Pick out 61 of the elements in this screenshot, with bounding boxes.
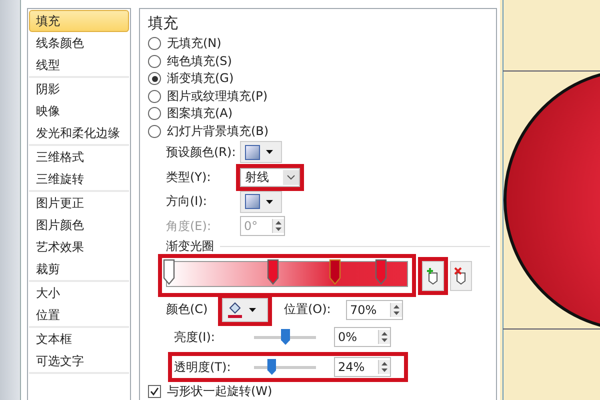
radio-label: 幻灯片背景填充(B) [167,123,269,140]
radio-label: 纯色填充(S) [167,52,232,70]
radio-button[interactable] [148,90,161,103]
sidebar-item[interactable]: 位置 [29,304,129,326]
slider-label: 亮度(I): [174,328,216,346]
direction-label: 方向(I): [166,193,208,210]
angle-label: 角度(E): [166,218,212,235]
sidebar-item[interactable]: 线型 [29,54,129,76]
gradient-stop[interactable] [374,259,387,286]
sidebar-item[interactable]: 三维格式 [29,146,129,168]
slider-thumb[interactable] [281,328,290,345]
position-label: 位置(O): [284,301,332,318]
preset-label: 预设颜色(R): [166,144,237,161]
sidebar-item[interactable]: 阴影 [29,78,129,100]
type-dropdown[interactable]: 射线 [240,168,300,187]
slider-label: 透明度(T): [174,358,232,376]
radio-button[interactable] [148,54,161,68]
radio-label: 无填充(N) [167,35,222,52]
gradient-stop[interactable] [329,259,341,286]
value-spinner[interactable]: 0% [334,327,391,348]
sidebar-item[interactable]: 三维旋转 [29,168,129,190]
radio-button[interactable] [148,125,161,138]
direction-button[interactable] [240,190,282,213]
add-stop-icon [426,266,440,285]
sidebar-item[interactable]: 大小 [29,282,129,304]
caret-icon [249,308,256,312]
color-label: 颜色(C) [166,301,209,318]
radio-button[interactable] [148,37,161,50]
caret-icon [266,200,273,204]
radio-button[interactable] [148,107,161,120]
sidebar-item[interactable]: 填充 [29,10,129,32]
type-label: 类型(Y): [166,168,212,186]
sidebar-item[interactable]: 发光和柔化边缘 [29,122,129,144]
remove-stop-icon [454,266,468,285]
sidebar-item[interactable]: 图片更正 [29,192,129,214]
gradient-stop[interactable] [163,259,176,286]
checkbox-label: 与形状一起旋转(W) [167,382,272,400]
radio-label: 图案填充(A) [167,105,233,122]
position-spinner[interactable]: 70% [346,300,403,320]
radio-button[interactable] [148,72,161,86]
sidebar-item[interactable]: 图片颜色 [29,214,129,236]
section-title: 填充 [148,14,179,33]
sidebar-item[interactable]: 映像 [29,100,129,122]
sidebar-item[interactable]: 裁剪 [29,258,129,280]
remove-stop-button[interactable] [450,260,472,291]
chevron-down-icon [287,174,295,180]
value-spinner[interactable]: 24% [334,357,391,378]
gradient-stops-label: 渐变光圈 [166,238,214,255]
radio-label: 渐变填充(G) [167,70,234,88]
gradient-stop[interactable] [266,259,279,286]
radio-label: 图片或纹理填充(P) [167,88,268,105]
gradient-bar[interactable] [166,261,408,288]
sidebar-item[interactable]: 可选文字 [29,350,129,372]
caret-icon [266,150,273,154]
slider-thumb[interactable] [267,358,276,375]
sidebar-item[interactable]: 线条颜色 [29,32,129,54]
sidebar-item[interactable]: 文本框 [29,328,129,350]
sidebar-item[interactable]: 艺术效果 [29,236,129,258]
checkbox[interactable] [148,384,161,398]
preset-color-button[interactable] [240,141,282,164]
paint-bucket-icon [227,300,243,319]
